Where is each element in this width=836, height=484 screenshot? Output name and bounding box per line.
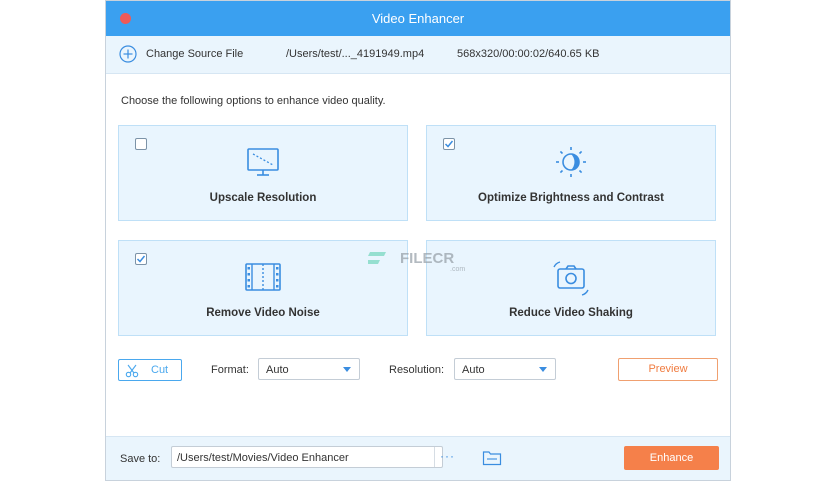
format-label: Format: (211, 364, 249, 376)
filecr-watermark: FILECR .com (368, 250, 465, 273)
change-source-file-button[interactable]: Change Source File (146, 48, 243, 60)
monitor-icon (247, 148, 279, 176)
camera-shake-icon (553, 261, 589, 296)
film-icon (245, 263, 281, 291)
instruction-text: Choose the following options to enhance … (121, 95, 386, 107)
chevron-down-icon (343, 367, 351, 372)
save-to-label: Save to: (120, 453, 161, 465)
upscale-label: Upscale Resolution (209, 192, 317, 204)
title-bar: Video Enhancer (106, 1, 730, 36)
cut-label: Cut (151, 364, 169, 376)
watermark-sub: .com (450, 266, 465, 273)
window-title: Video Enhancer (371, 11, 465, 26)
divider (434, 447, 435, 467)
resolution-select[interactable]: Auto (454, 358, 556, 380)
option-optimize-brightness[interactable]: Optimize Brightness and Contrast (426, 125, 716, 221)
save-path-field[interactable]: /Users/test/Movies/Video Enhancer ··· (171, 446, 454, 468)
save-path-value: /Users/test/Movies/Video Enhancer (177, 452, 349, 464)
scissors-icon (125, 364, 139, 378)
folder-icon[interactable] (482, 449, 502, 466)
save-bar: Save to: /Users/test/Movies/Video Enhanc… (106, 436, 730, 480)
format-value: Auto (266, 364, 289, 376)
checkmark-icon (136, 255, 146, 263)
preview-button[interactable]: Preview (618, 358, 718, 381)
chevron-down-icon (539, 367, 547, 372)
source-file-meta: 568x320/00:00:02/640.65 KB (457, 48, 600, 60)
resolution-label: Resolution: (389, 364, 445, 376)
option-remove-video-noise[interactable]: Remove Video Noise (118, 240, 408, 336)
resolution-value: Auto (462, 364, 485, 376)
enhance-button[interactable]: Enhance (624, 446, 719, 470)
upscale-checkbox[interactable] (135, 138, 147, 150)
shaking-label: Reduce Video Shaking (509, 307, 633, 319)
brightness-label: Optimize Brightness and Contrast (478, 192, 664, 204)
source-file-path: /Users/test/..._4191949.mp4 (286, 48, 425, 60)
brightness-checkbox[interactable] (443, 138, 455, 150)
format-select[interactable]: Auto (258, 358, 360, 380)
cut-button[interactable]: Cut (118, 359, 182, 381)
video-enhancer-window: Video Enhancer Change Source File /Users… (105, 0, 731, 481)
option-upscale-resolution[interactable]: Upscale Resolution (118, 125, 408, 221)
checkmark-icon (444, 140, 454, 148)
browse-button[interactable]: ··· (440, 449, 455, 463)
noise-label: Remove Video Noise (206, 307, 320, 319)
noise-checkbox[interactable] (135, 253, 147, 265)
close-button[interactable] (120, 13, 131, 24)
brightness-icon (556, 147, 586, 177)
source-bar: Change Source File /Users/test/..._41919… (106, 36, 730, 74)
watermark-text: FILECR (400, 250, 454, 267)
add-circle-icon[interactable] (119, 45, 137, 63)
